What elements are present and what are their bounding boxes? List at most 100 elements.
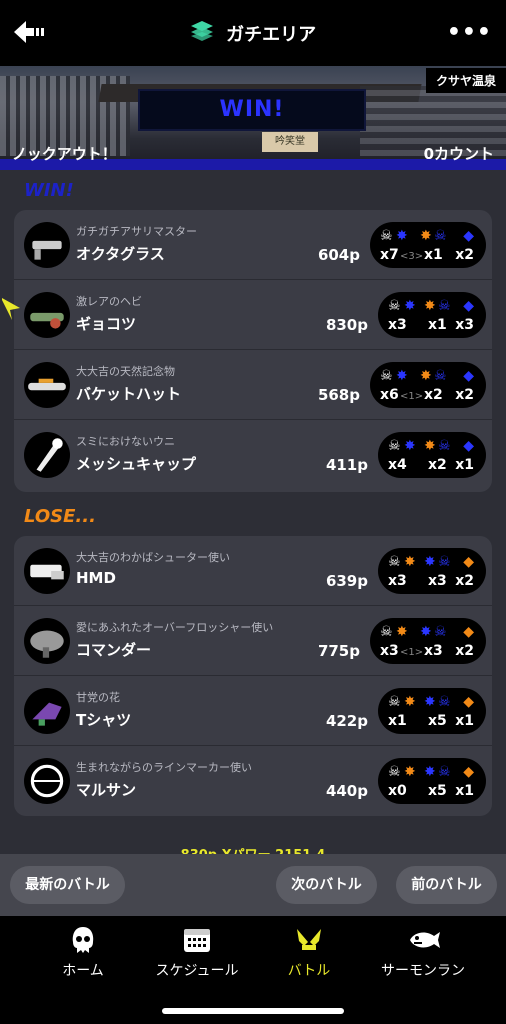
splat-zones-icon: [190, 20, 214, 47]
special-weapon-icon: ◆: [463, 368, 474, 384]
player-title: 激レアのヘビ: [76, 295, 142, 308]
tab-schedule-label: スケジュール: [155, 963, 239, 979]
salmonid-icon: [408, 926, 440, 954]
player-row[interactable]: 大大吉のわかばシューター使い HMD 639p ☠ ✸ ✸ ☠ ◆ x3 x3 x2: [14, 536, 492, 606]
special-weapon-icon: ◆: [463, 624, 474, 640]
deathcause-icon: ☠: [438, 554, 451, 570]
kda-stats: ☠ ✸ ✸ ☠ ◆ x3 <1> x3 x2: [370, 618, 486, 664]
player-row[interactable]: ガチガチアサリマスター オクタグラス 604p ☠ ✸ ✸ ☠ ◆ x7 <3> x1 x2: [14, 210, 492, 280]
player-title: 生まれながらのラインマーカー使い: [76, 761, 252, 774]
weapon-icon: [24, 548, 70, 594]
win-team-list: ガチガチアサリマスター オクタグラス 604p ☠ ✸ ✸ ☠ ◆ x7 <3> x1 x2 激レアのヘ…: [14, 210, 492, 492]
death-count: x2: [424, 387, 443, 403]
weapon-icon: [24, 432, 70, 478]
lose-team-header: LOSE...: [24, 506, 96, 527]
my-team-result: ノックアウト！: [12, 145, 117, 163]
turf-points: 775p: [317, 642, 360, 660]
weapon-icon: [24, 618, 70, 664]
death-icon: ✸: [420, 624, 432, 640]
player-name: コマンダー: [76, 641, 152, 659]
player-row[interactable]: スミにおけないウニ メッシュキャップ 411p ☠ ✸ ✸ ☠ ◆ x4 x2 x1: [14, 420, 492, 490]
death-count: x1: [428, 317, 447, 333]
player-title: 甘党の花: [76, 691, 120, 704]
player-row[interactable]: 愛にあふれたオーバーフロッシャー使い コマンダー 775p ☠ ✸ ✸ ☠ ◆ x3 <1> x3 x…: [14, 606, 492, 676]
stage-hero: 吟笑堂 WIN! クサヤ温泉 ノックアウト！ 0カウント: [0, 66, 506, 170]
kill-count: x4: [388, 457, 407, 473]
deathcause-icon: ☠: [438, 438, 451, 454]
death-count: x5: [428, 713, 447, 729]
deathcause-icon: ☠: [434, 368, 447, 384]
death-icon: ✸: [420, 368, 432, 384]
result-banner: WIN!: [138, 89, 366, 131]
player-name: オクタグラス: [76, 245, 165, 263]
kill-count: x1: [388, 713, 407, 729]
kill-skull-icon: ☠: [388, 438, 401, 454]
special-count: x2: [455, 643, 474, 659]
battle-detail[interactable]: WIN! ガチガチアサリマスター オクタグラス 604p ☠ ✸ ✸ ☠ ◆ x7 <3> x1 x2…: [0, 170, 506, 916]
player-row[interactable]: 激レアのヘビ ギョコツ 830p ☠ ✸ ✸ ☠ ◆ x3 x1 x3: [14, 280, 492, 350]
death-icon: ✸: [424, 554, 436, 570]
player-row[interactable]: 大大吉の天然記念物 バケットハット 568p ☠ ✸ ✸ ☠ ◆ x6 <1> x2 x2: [14, 350, 492, 420]
death-count: x3: [428, 573, 447, 589]
top-bar: ガチエリア •••: [0, 0, 506, 66]
tab-home[interactable]: ホーム: [20, 926, 146, 980]
kda-stats: ☠ ✸ ✸ ☠ ◆ x4 x2 x1: [378, 432, 486, 478]
tab-salmon-run[interactable]: サーモンラン: [360, 926, 486, 980]
kill-skull-icon: ☠: [380, 368, 393, 384]
special-weapon-icon: ◆: [463, 438, 474, 454]
kda-stats: ☠ ✸ ✸ ☠ ◆ x0 x5 x1: [378, 758, 486, 804]
kill-count: x7: [380, 247, 399, 263]
next-battle-button[interactable]: 次のバトル: [276, 866, 377, 904]
player-title: ガチガチアサリマスター: [76, 225, 197, 238]
prev-battle-button[interactable]: 前のバトル: [396, 866, 497, 904]
death-icon: ✸: [424, 694, 436, 710]
special-weapon-icon: ◆: [463, 764, 474, 780]
squid-icon: [68, 926, 98, 954]
more-menu-button[interactable]: •••: [447, 20, 492, 45]
player-name: HMD: [76, 569, 116, 587]
weapon-icon: [24, 222, 70, 268]
my-player-marker-icon: [0, 296, 22, 320]
special-weapon-icon: ◆: [463, 298, 474, 314]
turf-points: 568p: [317, 386, 360, 404]
tab-battle-label: バトル: [287, 963, 331, 979]
kill-count: x6: [380, 387, 399, 403]
tab-battle[interactable]: バトル: [246, 926, 372, 980]
mode-title: ガチエリア: [226, 24, 317, 46]
kill-skull-icon: ☠: [388, 764, 401, 780]
death-count: x1: [424, 247, 443, 263]
kill-skull-icon: ☠: [388, 554, 401, 570]
player-row[interactable]: 甘党の花 Tシャツ 422p ☠ ✸ ✸ ☠ ◆ x1 x5 x1: [14, 676, 492, 746]
splat-icon: ✸: [404, 438, 416, 454]
deathcause-icon: ☠: [438, 694, 451, 710]
splat-icon: ✸: [404, 764, 416, 780]
turf-points: 422p: [325, 712, 368, 730]
kill-skull-icon: ☠: [388, 298, 401, 314]
death-count: x2: [428, 457, 447, 473]
death-icon: ✸: [424, 298, 436, 314]
weapon-icon: [24, 292, 70, 338]
home-indicator: [162, 1008, 344, 1014]
weapon-icon: [24, 362, 70, 408]
player-name: メッシュキャップ: [76, 455, 197, 473]
latest-battle-button[interactable]: 最新のバトル: [10, 866, 125, 904]
splat-icon: ✸: [396, 368, 408, 384]
player-name: Tシャツ: [76, 711, 132, 729]
death-icon: ✸: [424, 764, 436, 780]
death-icon: ✸: [420, 228, 432, 244]
kill-skull-icon: ☠: [380, 228, 393, 244]
special-count: x1: [455, 783, 474, 799]
assist-count: <3>: [400, 251, 424, 262]
tab-schedule[interactable]: スケジュール: [134, 926, 260, 980]
kda-stats: ☠ ✸ ✸ ☠ ◆ x6 <1> x2 x2: [370, 362, 486, 408]
result-banner-text: WIN!: [219, 97, 285, 122]
death-icon: ✸: [424, 438, 436, 454]
kill-count: x3: [388, 573, 407, 589]
special-count: x2: [455, 387, 474, 403]
special-count: x1: [455, 457, 474, 473]
player-row[interactable]: 生まれながらのラインマーカー使い マルサン 440p ☠ ✸ ✸ ☠ ◆ x0 x5 x1: [14, 746, 492, 816]
death-count: x5: [428, 783, 447, 799]
splat-icon: ✸: [404, 298, 416, 314]
lose-team-list: 大大吉のわかばシューター使い HMD 639p ☠ ✸ ✸ ☠ ◆ x3 x3 x2 愛にあふれたオー…: [14, 536, 492, 816]
splat-icon: ✸: [404, 694, 416, 710]
